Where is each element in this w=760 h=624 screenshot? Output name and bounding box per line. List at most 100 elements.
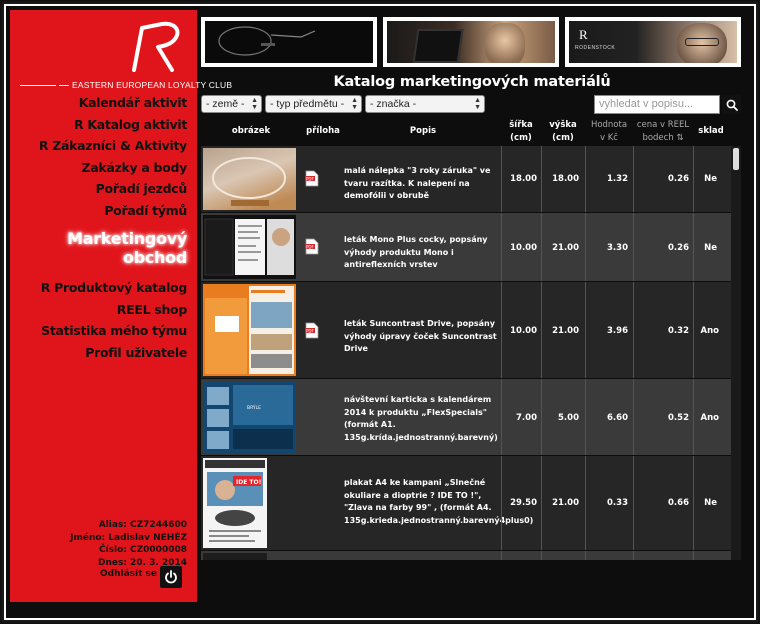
sidebar: EASTERN EUROPEAN LOYALTY CLUB Kalendář a… [10, 10, 232, 602]
product-thumbnail[interactable] [203, 215, 296, 279]
product-thumbnail[interactable] [203, 553, 267, 560]
row-width: 18.00 [510, 174, 537, 184]
pdf-icon[interactable]: PDF [305, 170, 319, 187]
product-thumbnail[interactable] [203, 284, 296, 376]
nav-marketing-shop[interactable]: Marketingový obchod [39, 229, 187, 267]
user-number: Číslo: CZ0000008 [98, 545, 187, 555]
row-stock: Ne [704, 498, 717, 508]
row-stock: Ano [700, 326, 719, 336]
page-title: Katalog marketingových materiálů [333, 74, 611, 90]
row-price: 0.52 [668, 413, 689, 423]
logout-button[interactable] [160, 566, 182, 588]
logo: EASTERN EUROPEAN LOYALTY CLUB [20, 20, 232, 90]
svg-text:IDE TO!: IDE TO! [236, 479, 261, 486]
user-name: Jméno: Ladislav NEHÉZ [70, 532, 187, 543]
scrollbar-thumb[interactable] [733, 148, 739, 170]
select-arrows-icon: ▲ ▼ [474, 97, 481, 111]
col-value-l1: Hodnota [590, 120, 628, 130]
col-image[interactable]: obrázek [201, 125, 301, 138]
table-row[interactable] [201, 551, 731, 560]
col-value-l2: v Kč [600, 133, 618, 143]
nav-team-stats[interactable]: Statistika mého týmu [39, 320, 187, 342]
brand-select-value: - značka - [370, 98, 417, 110]
table-row[interactable]: BRÝLE návštevní karticka s kalendárem 20… [201, 379, 731, 455]
banner-rodenstock[interactable]: R RODENSTOCK [565, 17, 741, 67]
pdf-icon[interactable]: PDF [305, 322, 319, 339]
nav-calendar[interactable]: Kalendář aktivit [39, 92, 188, 114]
product-thumbnail[interactable]: BRÝLE [203, 381, 296, 453]
banner-glasses[interactable] [201, 17, 377, 67]
table-row[interactable]: PDF leták Suncontrast Drive, popsány výh… [201, 282, 731, 378]
row-width: 29.50 [510, 498, 537, 508]
main-nav: Kalendář aktivit R Katalog aktivit R Zák… [39, 92, 187, 363]
banner-tablet[interactable] [383, 17, 559, 67]
search-input[interactable]: vyhledat v popisu... [594, 95, 720, 114]
row-description: leták Mono Plus cocky, popsány výhody pr… [344, 235, 488, 269]
product-thumbnail[interactable]: IDE TO! [203, 458, 267, 548]
col-width-l2: (cm) [510, 133, 532, 143]
nav-activity-catalog[interactable]: R Katalog aktivit [39, 114, 187, 136]
select-arrows-icon: ▲ ▼ [251, 97, 258, 111]
country-select-value: - země - [206, 98, 245, 110]
select-arrows-icon: ▲ ▼ [351, 97, 358, 111]
row-description: leták Suncontrast Drive, popsány výhody … [344, 319, 497, 353]
col-description[interactable]: Popis [345, 125, 501, 138]
type-select-value: - typ předmětu - [270, 98, 345, 110]
woman-image [485, 23, 525, 63]
col-price-l1: cena v REEL [636, 120, 690, 130]
nav-reel-shop[interactable]: REEL shop [39, 299, 188, 321]
nav-rider-ranking[interactable]: Pořadí jezdců [39, 178, 188, 200]
product-thumbnail[interactable] [203, 148, 296, 210]
col-attachment[interactable]: příloha [301, 125, 345, 138]
nav-user-profile[interactable]: Profil uživatele [39, 342, 187, 364]
user-alias: Alias: CZ7244600 [98, 520, 187, 530]
row-width: 7.00 [516, 413, 537, 423]
row-description: malá nálepka "3 roky záruka" ve tvaru ra… [344, 166, 491, 200]
col-value[interactable]: Hodnota v Kč [585, 119, 633, 145]
nav-marketing-line2: obchod [123, 248, 187, 267]
row-value: 1.32 [607, 174, 628, 184]
col-stock[interactable]: sklad [693, 125, 729, 138]
type-select[interactable]: - typ předmětu - ▲ ▼ [265, 95, 362, 113]
col-height-l1: výška [549, 120, 577, 130]
row-value: 3.96 [607, 326, 628, 336]
svg-text:PDF: PDF [306, 244, 314, 249]
rodenstock-mark: R [579, 27, 588, 42]
col-height[interactable]: výška (cm) [541, 119, 585, 145]
rodenstock-label: RODENSTOCK [575, 45, 616, 51]
search-icon [726, 99, 738, 111]
col-height-l2: (cm) [552, 133, 574, 143]
banner-strip: R RODENSTOCK [201, 17, 741, 67]
user-info: Alias: CZ7244600 Jméno: Ladislav NEHÉZ Č… [70, 519, 187, 569]
svg-text:PDF: PDF [306, 176, 314, 181]
nav-product-catalog[interactable]: R Produktový katalog [39, 277, 188, 299]
nav-customers-activities[interactable]: R Zákazníci & Aktivity [39, 135, 187, 157]
man-with-glasses-image [677, 23, 727, 63]
power-icon [165, 570, 177, 584]
row-value: 6.60 [607, 413, 628, 423]
table-row[interactable]: PDF leták Mono Plus cocky, popsány výhod… [201, 213, 731, 281]
glasses-image [218, 26, 316, 56]
row-description: návštevní karticka s kalendárem 2014 k p… [344, 395, 498, 442]
search-button[interactable] [722, 95, 741, 114]
col-width[interactable]: šířka (cm) [501, 119, 541, 145]
logout-link[interactable]: Odhlásit se [100, 569, 157, 579]
row-description: plakat A4 ke kampani „Slnečné okuliare a… [344, 478, 534, 525]
row-value: 3.30 [607, 243, 628, 253]
col-width-l1: šířka [509, 120, 533, 130]
country-select[interactable]: - země - ▲ ▼ [201, 95, 262, 113]
nav-team-ranking[interactable]: Pořadí týmů [39, 200, 187, 222]
table-scrollbar[interactable] [731, 146, 741, 560]
brand-select[interactable]: - značka - ▲ ▼ [365, 95, 485, 113]
row-width: 10.00 [510, 326, 537, 336]
table-row[interactable]: PDF malá nálepka "3 roky záruka" ve tvar… [201, 146, 731, 212]
row-stock: Ne [704, 174, 717, 184]
row-stock: Ano [700, 413, 719, 423]
pdf-icon[interactable]: PDF [305, 238, 319, 255]
table-header: obrázek příloha Popis šířka (cm) výška (cm… [201, 118, 741, 146]
table-row[interactable]: IDE TO! plakat A4 ke kampani „Slnečné ok… [201, 456, 731, 550]
col-price[interactable]: cena v REEL bodech ⇅ [633, 119, 693, 145]
nav-orders-points[interactable]: Zakázky a body [39, 157, 187, 179]
row-stock: Ne [704, 243, 717, 253]
row-price: 0.26 [668, 243, 689, 253]
